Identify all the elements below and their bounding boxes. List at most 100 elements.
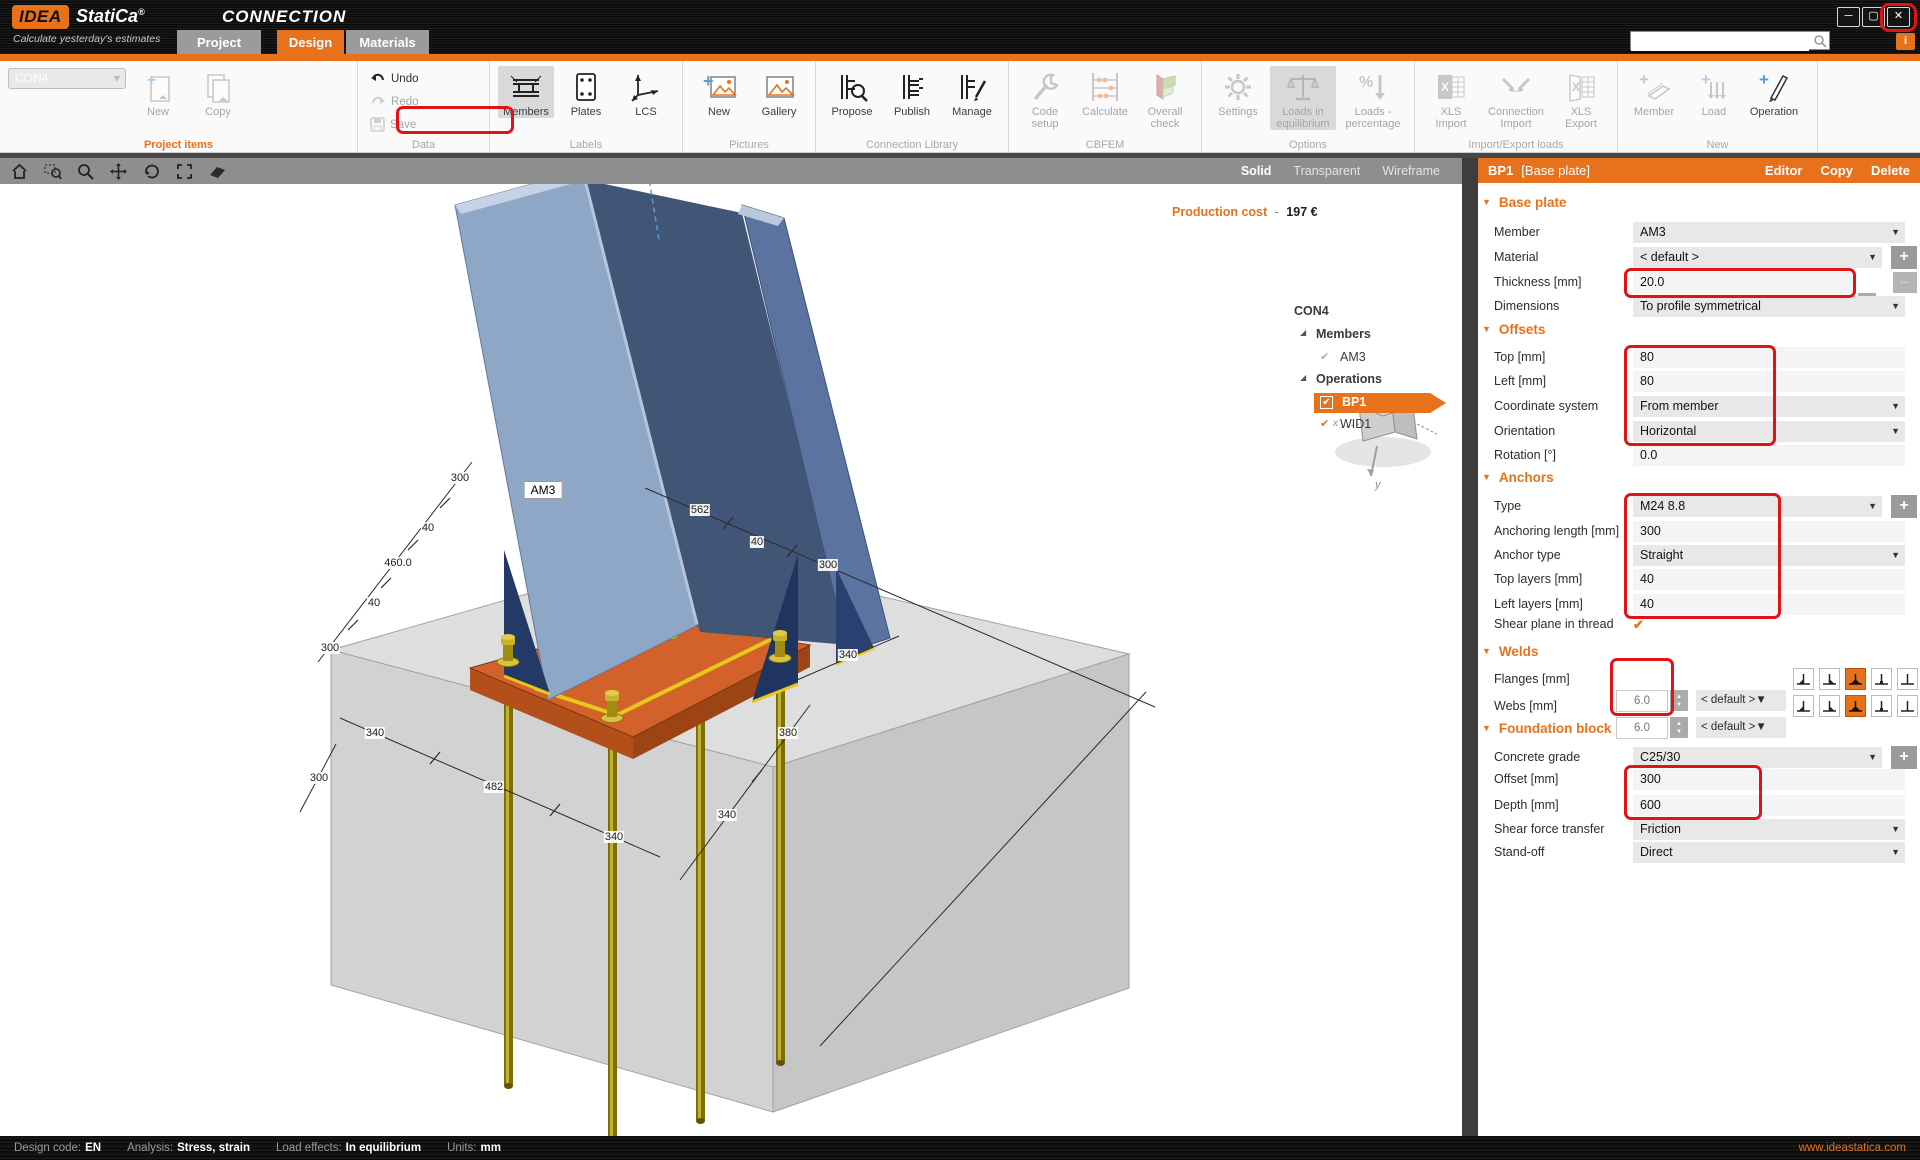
loads-percentage-button[interactable]: % Loads -percentage: [1340, 66, 1406, 130]
offset-top-input[interactable]: 80: [1633, 347, 1905, 368]
checkbox-icon[interactable]: ✔: [1320, 396, 1333, 409]
member-dropdown[interactable]: AM3▼: [1633, 222, 1905, 243]
redo-button[interactable]: Redo: [366, 91, 423, 112]
xls-import-button[interactable]: X XLSImport: [1423, 66, 1479, 130]
search-box[interactable]: [1630, 31, 1830, 50]
weld-type-icon[interactable]: [1793, 668, 1814, 690]
weld-type-icon-selected[interactable]: [1845, 668, 1866, 690]
thickness-input[interactable]: 20.0: [1633, 272, 1853, 293]
home-view-button[interactable]: [10, 162, 29, 181]
add-anchor-button[interactable]: +: [1891, 495, 1917, 518]
clipping-plane-button[interactable]: [208, 162, 227, 181]
manage-button[interactable]: Manage: [944, 66, 1000, 118]
close-button[interactable]: ✕: [1887, 7, 1910, 27]
section-anchors[interactable]: ▼Anchors: [1482, 470, 1902, 490]
lcs-labels-button[interactable]: LCS: [618, 66, 674, 118]
material-dropdown[interactable]: < default >▼: [1633, 247, 1882, 268]
editor-button[interactable]: Editor: [1765, 158, 1803, 183]
rotation-input[interactable]: 0.0: [1633, 445, 1905, 466]
gallery-button[interactable]: Gallery: [751, 66, 807, 118]
viewport-3d[interactable]: x y ↙: [0, 184, 1462, 1136]
tree-item-wid1[interactable]: WID1: [1340, 417, 1371, 431]
search-input[interactable]: [1631, 34, 1809, 51]
zoom-window-button[interactable]: [43, 162, 62, 181]
overall-check-button[interactable]: Overallcheck: [1137, 66, 1193, 130]
xls-export-button[interactable]: X XLSExport: [1553, 66, 1609, 130]
offset-left-input[interactable]: 80: [1633, 371, 1905, 392]
plates-labels-button[interactable]: Plates: [558, 66, 614, 118]
tree-item-bp1[interactable]: BP1: [1342, 395, 1366, 409]
weld-type-icon[interactable]: [1819, 668, 1840, 690]
tab-project[interactable]: Project: [177, 30, 261, 56]
add-material-button[interactable]: +: [1891, 246, 1917, 269]
expander-icon[interactable]: ◢: [1300, 328, 1306, 337]
weld-type-icon[interactable]: [1897, 695, 1918, 717]
settings-button[interactable]: Settings: [1210, 66, 1266, 118]
weld-type-icon[interactable]: [1871, 668, 1892, 690]
tree-item-am3[interactable]: AM3: [1340, 350, 1366, 364]
section-foundation-block[interactable]: ▼Foundation block: [1482, 721, 1902, 741]
connection-combo[interactable]: CON4: [8, 68, 126, 89]
calculate-button[interactable]: Calculate: [1077, 66, 1133, 118]
add-concrete-button[interactable]: +: [1891, 746, 1917, 769]
anchoring-length-input[interactable]: 300: [1633, 521, 1905, 542]
thickness-more-button[interactable]: …: [1893, 272, 1917, 293]
copy-item-button[interactable]: Copy: [190, 66, 246, 118]
propose-button[interactable]: Propose: [824, 66, 880, 118]
shear-transfer-dropdown[interactable]: Friction▼: [1633, 819, 1905, 840]
expander-icon[interactable]: ◢: [1300, 373, 1306, 382]
loads-in-equilibrium-toggle[interactable]: Loads inequilibrium: [1270, 66, 1336, 130]
tab-design[interactable]: Design: [277, 30, 344, 56]
new-load-button[interactable]: + Load: [1686, 66, 1742, 118]
minimize-button[interactable]: ─: [1837, 7, 1860, 27]
weld-type-icon[interactable]: [1871, 695, 1892, 717]
display-mode-solid[interactable]: Solid: [1241, 164, 1272, 178]
anchor-type-dropdown[interactable]: Straight▼: [1633, 545, 1905, 566]
members-labels-button[interactable]: Members: [498, 66, 554, 118]
section-welds[interactable]: ▼Welds: [1482, 644, 1902, 664]
connection-import-button[interactable]: ConnectionImport: [1483, 66, 1549, 130]
tab-materials[interactable]: Materials: [346, 30, 429, 56]
rotate-view-button[interactable]: [142, 162, 161, 181]
foundation-offset-input[interactable]: 300: [1633, 769, 1905, 790]
concrete-grade-dropdown[interactable]: C25/30▼: [1633, 747, 1882, 768]
dimensions-dropdown[interactable]: To profile symmetrical▼: [1633, 296, 1905, 317]
display-mode-wireframe[interactable]: Wireframe: [1382, 164, 1440, 178]
shear-plane-checkbox[interactable]: ✔: [1633, 614, 1644, 635]
tree-operations-header[interactable]: Operations: [1316, 372, 1382, 386]
new-member-button[interactable]: + Member: [1626, 66, 1682, 118]
weld-type-icon[interactable]: [1897, 668, 1918, 690]
checkmark-icon[interactable]: ✔: [1320, 417, 1329, 430]
section-offsets[interactable]: ▼Offsets: [1482, 322, 1902, 342]
maximize-button[interactable]: ▢: [1862, 7, 1885, 27]
top-layers-input[interactable]: 40: [1633, 569, 1905, 590]
undo-button[interactable]: Undo: [366, 68, 423, 89]
zoom-fit-button[interactable]: [175, 162, 194, 181]
weld-type-icon-selected[interactable]: [1845, 695, 1866, 717]
weld-type-icon[interactable]: [1793, 695, 1814, 717]
weld-type-icon[interactable]: [1819, 695, 1840, 717]
save-button[interactable]: Save: [366, 114, 423, 135]
code-setup-button[interactable]: Codesetup: [1017, 66, 1073, 130]
zoom-button[interactable]: [76, 162, 95, 181]
pan-button[interactable]: [109, 162, 128, 181]
foundation-depth-input[interactable]: 600: [1633, 795, 1905, 816]
new-project-item-button[interactable]: + New: [130, 66, 186, 118]
left-layers-input[interactable]: 40: [1633, 594, 1905, 615]
section-base-plate[interactable]: ▼Base plate: [1482, 195, 1902, 215]
checkmark-icon[interactable]: ✔: [1320, 350, 1329, 363]
new-picture-button[interactable]: + New: [691, 66, 747, 118]
info-button[interactable]: i: [1896, 33, 1915, 50]
orientation-dropdown[interactable]: Horizontal▼: [1633, 421, 1905, 442]
publish-button[interactable]: Publish: [884, 66, 940, 118]
delete-operation-button[interactable]: Delete: [1871, 158, 1910, 183]
website-link[interactable]: www.ideastatica.com: [1799, 1142, 1906, 1154]
standoff-dropdown[interactable]: Direct▼: [1633, 842, 1905, 863]
new-operation-button[interactable]: + Operation: [1746, 66, 1802, 118]
tree-members-header[interactable]: Members: [1316, 327, 1371, 341]
coordinate-system-dropdown[interactable]: From member▼: [1633, 396, 1905, 417]
anchor-size-dropdown[interactable]: M24 8.8▼: [1633, 496, 1882, 517]
copy-operation-button[interactable]: Copy: [1820, 158, 1853, 183]
tree-root[interactable]: CON4: [1294, 304, 1329, 318]
display-mode-transparent[interactable]: Transparent: [1293, 164, 1360, 178]
